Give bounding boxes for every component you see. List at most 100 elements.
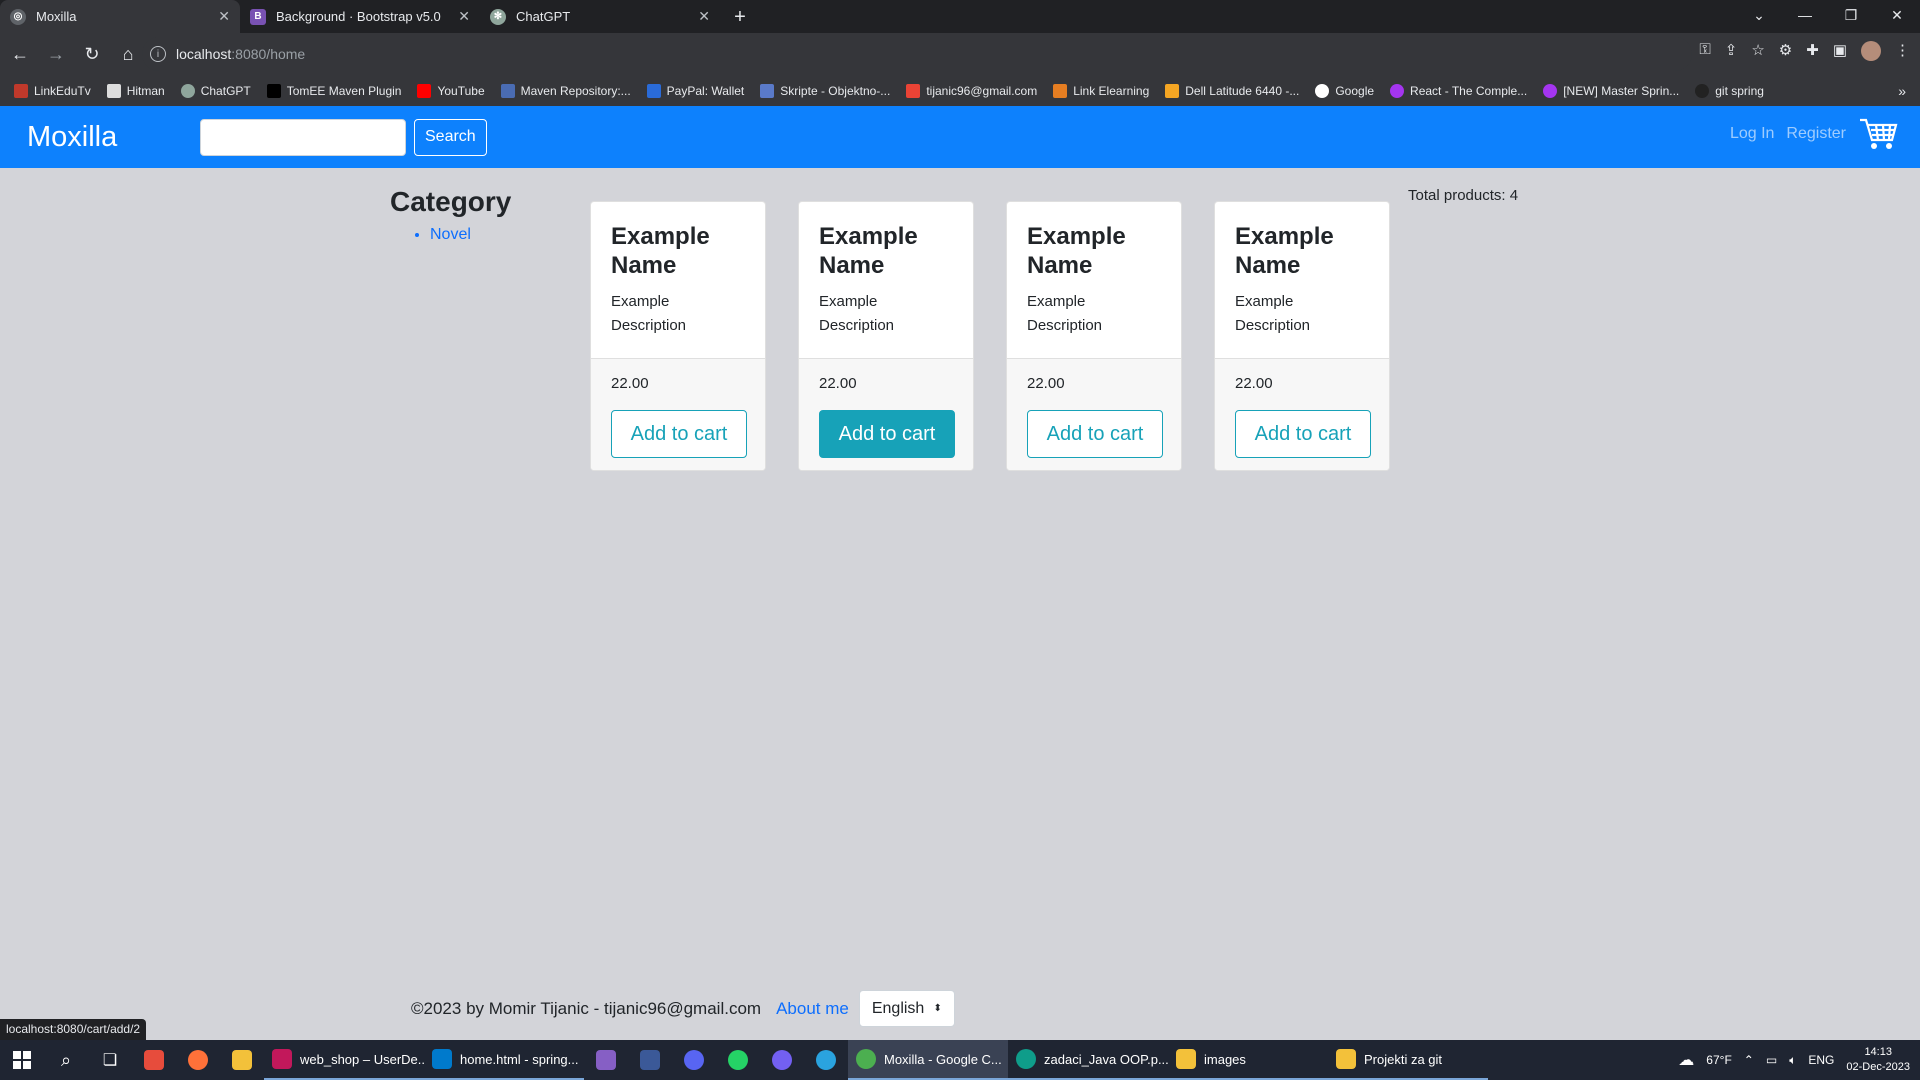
bookmarks-bar: LinkEduTv Hitman ChatGPT TomEE Maven Plu…: [0, 76, 1920, 106]
close-window-icon[interactable]: ✕: [1874, 0, 1920, 30]
google-icon: [1315, 84, 1330, 98]
menu-icon[interactable]: ⋮: [1895, 41, 1910, 61]
language-select[interactable]: English ⬍: [858, 990, 955, 1027]
weather-icon[interactable]: ☁: [1678, 1050, 1694, 1070]
brand-logo[interactable]: Moxilla: [27, 121, 200, 154]
close-icon[interactable]: ✕: [458, 8, 470, 25]
weather-temp[interactable]: 67°F: [1706, 1053, 1731, 1067]
bookmark-item[interactable]: Maven Repository:...: [500, 84, 631, 98]
bookmark-item[interactable]: Skripte - Objektno-...: [760, 84, 890, 98]
bookmark-star-icon[interactable]: ☆: [1751, 41, 1764, 61]
product-card: Example Name Example Description 22.00 A…: [1006, 201, 1182, 471]
search-icon[interactable]: ⌕: [44, 1040, 88, 1080]
product-description: Example Description: [1027, 293, 1103, 334]
product-description: Example Description: [819, 293, 895, 334]
site-navbar: Moxilla Search Log In Register: [0, 106, 1920, 168]
taskbar-app[interactable]: web_shop – UserDe...: [264, 1040, 424, 1080]
sidepanel-icon[interactable]: ▣: [1833, 41, 1847, 61]
folder-icon: [1336, 1049, 1356, 1069]
taskbar-app[interactable]: zadaci_Java OOP.p...: [1008, 1040, 1168, 1080]
network-icon[interactable]: ▭: [1766, 1053, 1777, 1067]
close-icon[interactable]: ✕: [218, 8, 230, 25]
avatar[interactable]: [1861, 41, 1881, 61]
taskbar-app[interactable]: Moxilla - Google C...: [848, 1040, 1008, 1080]
copyright-text: ©2023 by Momir Tijanic - tijanic96@gmail…: [411, 998, 762, 1018]
volume-icon[interactable]: 🔈︎: [1789, 1053, 1796, 1068]
system-tray: ☁ 67°F ⌃ ▭ 🔈︎ ENG 14:13 02-Dec-2023: [1678, 1040, 1910, 1080]
taskbar-app[interactable]: images: [1168, 1040, 1328, 1080]
share-icon[interactable]: ⇪: [1725, 41, 1738, 61]
bookmark-item[interactable]: Dell Latitude 6440 -...: [1165, 84, 1299, 98]
back-icon[interactable]: ←: [4, 39, 36, 71]
about-link[interactable]: About me: [776, 999, 849, 1019]
minimize-icon[interactable]: —: [1782, 0, 1828, 30]
nav-actions: Log In Register: [1730, 116, 1898, 152]
product-price: 22.00: [1235, 375, 1273, 392]
start-icon[interactable]: [0, 1040, 44, 1080]
file-explorer-icon[interactable]: [220, 1040, 264, 1080]
viber-icon[interactable]: [760, 1040, 804, 1080]
add-to-cart-button[interactable]: Add to cart: [1027, 410, 1163, 458]
puzzle-icon[interactable]: ✚: [1806, 41, 1819, 61]
home-icon[interactable]: ⌂: [112, 39, 144, 71]
input-language[interactable]: ENG: [1808, 1053, 1834, 1067]
discord-icon[interactable]: [672, 1040, 716, 1080]
product-name: Example Name: [819, 223, 918, 279]
forward-icon[interactable]: →: [40, 39, 72, 71]
product-description: Example Description: [611, 293, 687, 334]
product-name: Example Name: [1027, 223, 1126, 279]
github-icon: [1695, 84, 1710, 98]
telegram-icon[interactable]: [804, 1040, 848, 1080]
bookmark-item[interactable]: PayPal: Wallet: [646, 84, 744, 98]
taskbar-app[interactable]: Projekti za git: [1328, 1040, 1488, 1080]
extension-icon[interactable]: ⚙: [1779, 41, 1792, 61]
bookmark-item[interactable]: LinkEduTv: [14, 84, 91, 98]
add-to-cart-button[interactable]: Add to cart: [611, 410, 747, 458]
app-icon[interactable]: [132, 1040, 176, 1080]
firefox-icon[interactable]: [176, 1040, 220, 1080]
tab-title: Background · Bootstrap v5.0: [276, 9, 441, 24]
bookmark-item[interactable]: Link Elearning: [1053, 84, 1149, 98]
bookmark-item[interactable]: TomEE Maven Plugin: [266, 84, 401, 98]
product-card: Example Name Example Description 22.00 A…: [590, 201, 766, 471]
bookmark-item[interactable]: [NEW] Master Sprin...: [1543, 84, 1679, 98]
whatsapp-icon[interactable]: [716, 1040, 760, 1080]
tab-search-icon[interactable]: ⌄: [1736, 0, 1782, 30]
app-icon[interactable]: [628, 1040, 672, 1080]
visual-studio-icon[interactable]: [584, 1040, 628, 1080]
tab-chatgpt[interactable]: ✻ ChatGPT ✕: [480, 0, 720, 33]
product-name: Example Name: [1235, 223, 1334, 279]
bookmark-item[interactable]: Google: [1315, 84, 1374, 98]
category-item-novel[interactable]: Novel: [430, 226, 511, 244]
key-icon[interactable]: ⚿: [1699, 41, 1710, 61]
tab-bootstrap[interactable]: B Background · Bootstrap v5.0 ✕: [240, 0, 480, 33]
register-link[interactable]: Register: [1786, 125, 1846, 143]
new-tab-button[interactable]: +: [726, 3, 754, 31]
cart-icon[interactable]: [1858, 116, 1898, 152]
bookmark-item[interactable]: git spring: [1695, 84, 1764, 98]
close-icon[interactable]: ✕: [698, 8, 710, 25]
tab-moxilla[interactable]: ◎ Moxilla ✕: [0, 0, 240, 33]
login-link[interactable]: Log In: [1730, 125, 1774, 143]
product-price: 22.00: [819, 375, 857, 392]
search-input[interactable]: [200, 118, 406, 156]
task-view-icon[interactable]: ❏: [88, 1040, 132, 1080]
add-to-cart-button[interactable]: Add to cart: [819, 410, 955, 458]
site-info-icon[interactable]: i: [150, 46, 166, 62]
chatgpt-icon: ✻: [490, 8, 506, 25]
reload-icon[interactable]: ↻: [76, 39, 108, 71]
bookmark-item[interactable]: ChatGPT: [180, 84, 251, 98]
restore-icon[interactable]: ❐: [1828, 0, 1874, 30]
bookmark-item[interactable]: React - The Comple...: [1390, 84, 1527, 98]
more-bookmarks-icon[interactable]: »: [1898, 83, 1906, 99]
bookmark-item[interactable]: tijanic96@gmail.com: [906, 84, 1037, 98]
clock[interactable]: 14:13 02-Dec-2023: [1846, 1045, 1910, 1075]
taskbar-app[interactable]: home.html - spring...: [424, 1040, 584, 1080]
chevron-up-icon[interactable]: ⌃: [1744, 1053, 1754, 1067]
site-footer: ©2023 by Momir Tijanic - tijanic96@gmail…: [411, 990, 955, 1027]
bookmark-item[interactable]: Hitman: [106, 84, 165, 98]
bookmark-item[interactable]: YouTube: [417, 84, 485, 98]
address-bar[interactable]: i localhost:8080/home: [142, 37, 1692, 71]
search-button[interactable]: Search: [414, 118, 487, 156]
add-to-cart-button[interactable]: Add to cart: [1235, 410, 1371, 458]
